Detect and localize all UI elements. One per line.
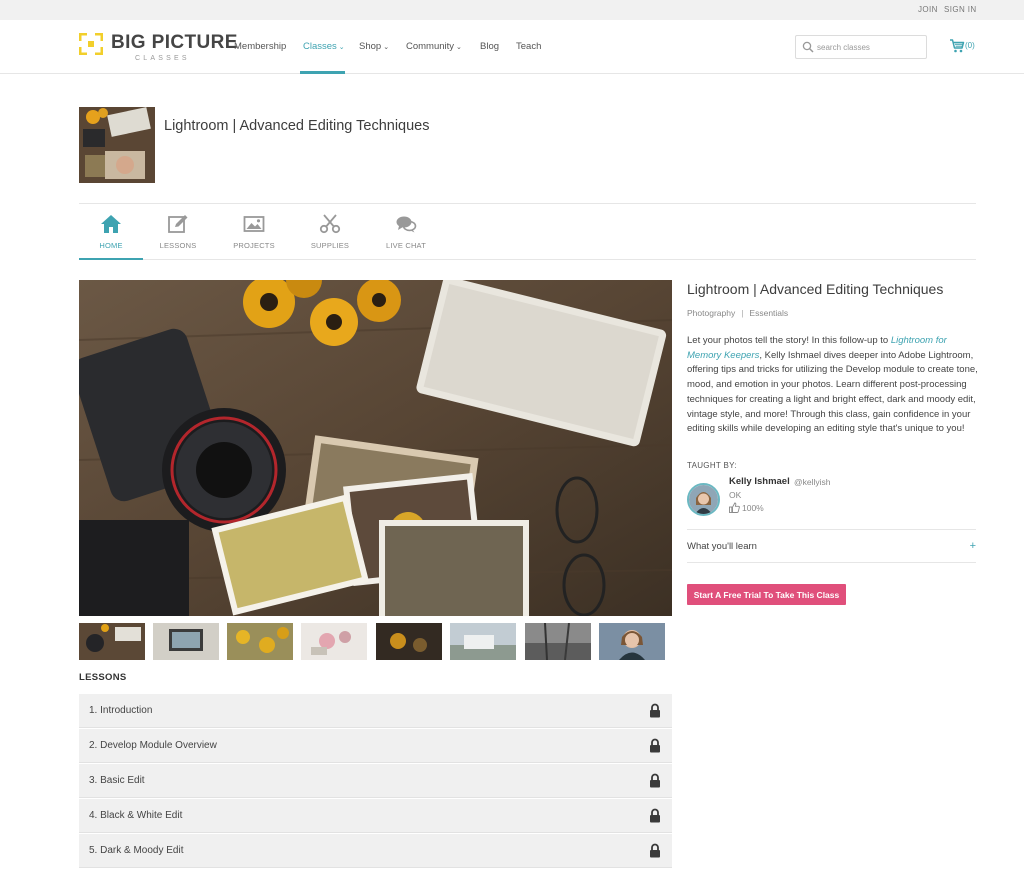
description-text: , Kelly Ishmael dives deeper into Adobe … [687, 349, 978, 435]
hero-thumbnail[interactable] [599, 623, 665, 660]
lesson-row[interactable]: 5. Dark & Moody Edit [79, 834, 672, 868]
tab-supplies[interactable]: SUPPLIES [298, 204, 362, 260]
lock-icon [650, 843, 660, 858]
tab-active-indicator [79, 258, 143, 260]
join-link[interactable]: JOIN [918, 5, 938, 14]
tab-lessons[interactable]: LESSONS [146, 204, 210, 260]
chevron-down-icon: ⌄ [383, 44, 390, 51]
nav-membership-label: Membership [234, 41, 287, 52]
class-tabs: HOME LESSONS PROJECTS SUPPLIES LIVE CHAT [79, 203, 976, 260]
logo-subtitle: CLASSES [135, 55, 190, 62]
nav-blog[interactable]: Blog [480, 41, 499, 52]
nav-shop-label: Shop [359, 41, 382, 52]
nav-membership[interactable]: Membership [234, 41, 286, 52]
lesson-row[interactable]: 3. Basic Edit [79, 764, 672, 798]
lesson-label: 2. Develop Module Overview [89, 740, 217, 751]
hero-thumbnail[interactable] [450, 623, 516, 660]
home-icon [101, 215, 121, 233]
lesson-row[interactable]: 4. Black & White Edit [79, 799, 672, 833]
site-logo[interactable]: BIG PICTURE CLASSES [79, 32, 237, 66]
tab-projects-label: PROJECTS [233, 241, 275, 250]
nav-shop[interactable]: Shop ⌄ [359, 41, 389, 52]
lesson-label: 3. Basic Edit [89, 775, 145, 786]
site-header: BIG PICTURE CLASSES Membership Classes ⌄ … [0, 20, 1024, 74]
lock-icon [650, 773, 660, 788]
cart-button[interactable]: (0) [949, 39, 975, 53]
tab-supplies-label: SUPPLIES [310, 241, 350, 250]
what-youll-learn-toggle[interactable]: What you'll learn + [687, 529, 976, 563]
plus-icon: + [969, 540, 976, 552]
cart-count: (0) [965, 41, 975, 51]
class-description: Let your photos tell the story! In this … [687, 334, 979, 437]
search-icon [802, 41, 814, 53]
lesson-row[interactable]: 2. Develop Module Overview [79, 729, 672, 763]
hero-thumbnail[interactable] [376, 623, 442, 660]
lesson-label: 5. Dark & Moody Edit [89, 845, 184, 856]
lock-icon [650, 703, 660, 718]
tag-link[interactable]: Essentials [749, 308, 788, 318]
lesson-label: 4. Black & White Edit [89, 810, 183, 821]
tab-live-chat[interactable]: LIVE CHAT [374, 204, 438, 260]
utility-bar: JOIN SIGN IN [0, 0, 1024, 20]
nav-community-label: Community [406, 41, 455, 52]
hero-thumbnail[interactable] [525, 623, 591, 660]
search-input[interactable] [817, 39, 923, 55]
nav-classes-label: Classes [303, 41, 337, 52]
hero-thumbnail[interactable] [227, 623, 293, 660]
chat-icon [396, 216, 417, 233]
nav-active-indicator [300, 71, 345, 74]
hero-thumbnail[interactable] [153, 623, 219, 660]
search-box[interactable] [795, 35, 927, 59]
tag-link[interactable]: Photography [687, 308, 735, 318]
scissors-icon [319, 214, 341, 234]
lesson-label: 1. Introduction [89, 705, 153, 716]
hero-image[interactable] [79, 280, 672, 616]
instructor-name[interactable]: Kelly Ishmael [729, 476, 790, 487]
tab-projects[interactable]: PROJECTS [222, 204, 286, 260]
nav-blog-label: Blog [480, 41, 500, 52]
instructor-handle: @kellyish [794, 477, 831, 487]
taught-by-label: TAUGHT BY: [687, 461, 737, 470]
logo-frame-icon [79, 33, 103, 55]
class-thumbnail [79, 107, 155, 183]
sign-in-link[interactable]: SIGN IN [944, 5, 977, 14]
class-tags: Photography | Essentials [687, 308, 788, 318]
instructor-rating: 100% [729, 502, 764, 513]
sidebar-class-title: Lightroom | Advanced Editing Techniques [687, 281, 944, 297]
tab-lessons-label: LESSONS [159, 241, 197, 250]
instructor-location: OK [729, 490, 742, 500]
logo-wordmark: BIG PICTURE [111, 32, 238, 53]
cart-icon [950, 39, 965, 53]
lock-icon [650, 808, 660, 823]
tab-home-label: HOME [99, 241, 123, 250]
hero-thumbnails [79, 623, 672, 661]
tag-separator: | [741, 308, 744, 318]
nav-community[interactable]: Community ⌄ [406, 41, 462, 52]
edit-icon [168, 215, 188, 233]
image-icon [243, 216, 265, 232]
nav-teach-label: Teach [516, 41, 542, 52]
hero-thumbnail[interactable] [79, 623, 145, 660]
nav-teach[interactable]: Teach [516, 41, 541, 52]
chevron-down-icon: ⌄ [338, 44, 345, 51]
description-text: Let your photos tell the story! In this … [687, 335, 891, 346]
lock-icon [650, 738, 660, 753]
start-free-trial-button[interactable]: Start A Free Trial To Take This Class [687, 584, 846, 605]
tab-live-chat-label: LIVE CHAT [385, 241, 426, 250]
hero-thumbnail[interactable] [301, 623, 367, 660]
thumbs-up-icon [729, 502, 740, 513]
nav-classes[interactable]: Classes ⌄ [303, 41, 345, 52]
avatar[interactable] [687, 483, 720, 516]
lesson-row[interactable]: 1. Introduction [79, 694, 672, 728]
class-title: Lightroom | Advanced Editing Techniques [164, 118, 430, 134]
rating-value: 100% [742, 503, 764, 513]
lessons-heading: LESSONS [79, 672, 127, 683]
learn-label: What you'll learn [687, 541, 757, 552]
tab-home[interactable]: HOME [79, 204, 143, 260]
chevron-down-icon: ⌄ [456, 44, 462, 51]
